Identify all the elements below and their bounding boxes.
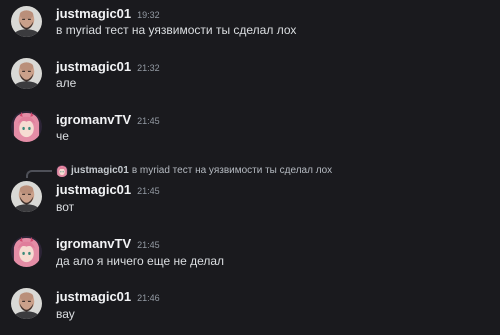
message-author[interactable]: justmagic01 21:32 bbox=[56, 59, 160, 76]
message-timestamp: 21:45 bbox=[137, 116, 160, 126]
avatar[interactable] bbox=[11, 181, 42, 212]
message-author[interactable]: igromanvTV 21:45 bbox=[56, 112, 160, 129]
message-timestamp: 19:32 bbox=[137, 10, 160, 20]
author-name[interactable]: justmagic01 bbox=[56, 6, 131, 21]
avatar[interactable] bbox=[11, 6, 42, 37]
reply-author[interactable]: justmagic01 bbox=[71, 164, 129, 178]
author-name[interactable]: justmagic01 bbox=[56, 59, 131, 74]
author-name[interactable]: igromanvTV bbox=[56, 112, 131, 127]
avatar[interactable] bbox=[11, 58, 42, 89]
message-author[interactable]: justmagic01 21:46 bbox=[56, 289, 160, 306]
message-text: вот bbox=[56, 200, 75, 214]
message-author[interactable]: justmagic01 19:32 bbox=[56, 6, 160, 23]
message-timestamp: 21:46 bbox=[137, 293, 160, 303]
message-author[interactable]: justmagic01 21:45 bbox=[56, 182, 160, 199]
message-text: вау bbox=[56, 307, 75, 321]
message-timestamp: 21:45 bbox=[137, 240, 160, 250]
avatar[interactable] bbox=[11, 288, 42, 319]
message-text: да ало я ничего еще не делал bbox=[56, 254, 225, 268]
author-name[interactable]: igromanvTV bbox=[56, 236, 131, 251]
reply-avatar bbox=[56, 165, 68, 177]
avatar[interactable] bbox=[11, 111, 42, 142]
message-text: в myriad тест на уязвимости ты сделал ло… bbox=[56, 23, 297, 37]
author-name[interactable]: justmagic01 bbox=[56, 182, 131, 197]
message-text: че bbox=[56, 129, 69, 143]
message-timestamp: 21:32 bbox=[137, 63, 160, 73]
avatar[interactable] bbox=[11, 236, 42, 267]
reply-connector bbox=[26, 170, 52, 178]
message-timestamp: 21:45 bbox=[137, 186, 160, 196]
reply-preview[interactable]: justmagic01 в myriad тест на уязвимости … bbox=[56, 164, 332, 178]
message-text: але bbox=[56, 76, 77, 90]
author-name[interactable]: justmagic01 bbox=[56, 289, 131, 304]
message-author[interactable]: igromanvTV 21:45 bbox=[56, 236, 160, 253]
reply-text[interactable]: в myriad тест на уязвимости ты сделал ло… bbox=[132, 164, 332, 178]
